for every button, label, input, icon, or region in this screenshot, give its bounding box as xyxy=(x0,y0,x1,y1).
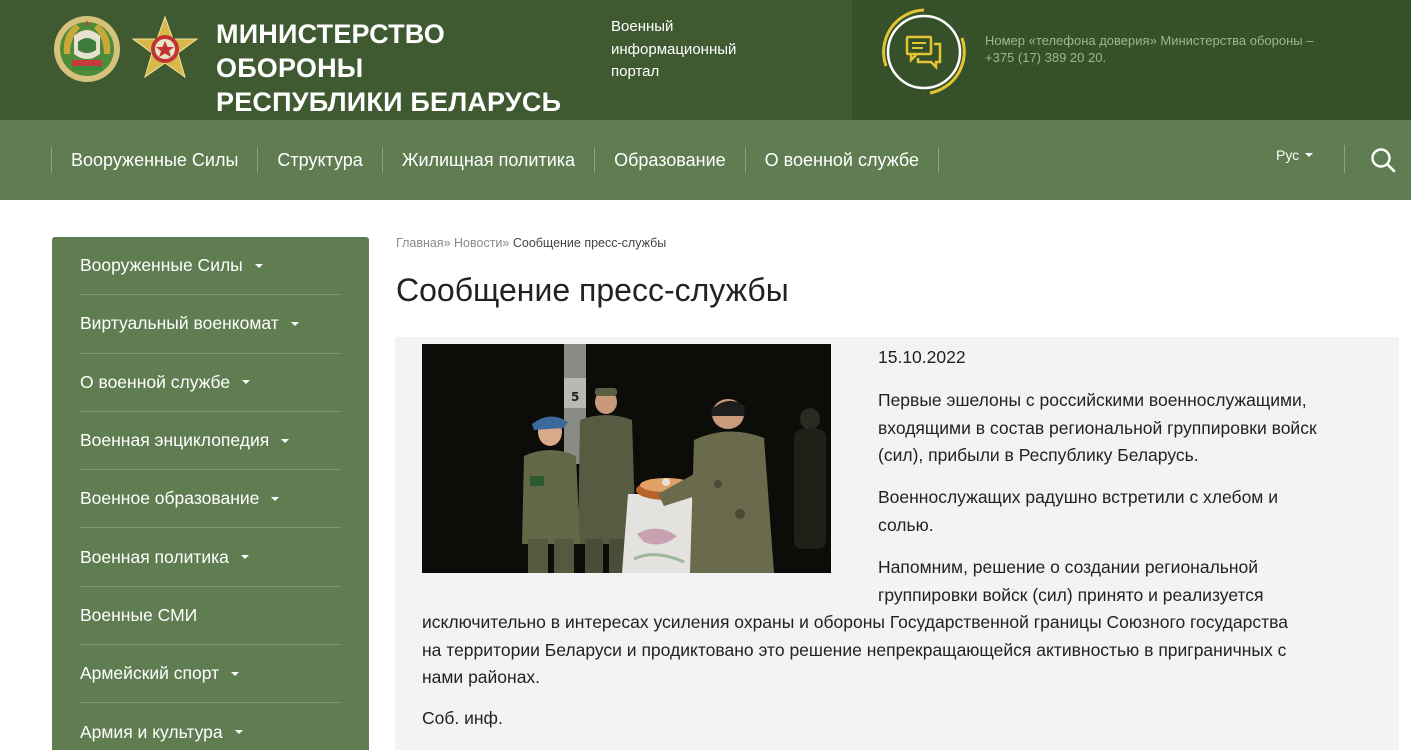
site-header: МИНИСТЕРСТВО ОБОРОНЫ РЕСПУБЛИКИ БЕЛАРУСЬ… xyxy=(0,0,1411,120)
article-paragraph-3-start: Напомним, решение о создании регионально… xyxy=(878,554,1398,609)
sidebar-item-armed-forces[interactable]: Вооруженные Силы xyxy=(80,237,341,296)
sidebar-item-army-sport[interactable]: Армейский спорт xyxy=(80,645,341,704)
sidebar-item-label: Виртуальный военкомат xyxy=(80,313,279,334)
chevron-down-icon xyxy=(290,321,299,326)
paragraph-line: нами районах. xyxy=(422,667,541,687)
language-selector[interactable]: Рус xyxy=(1276,147,1314,163)
breadcrumb: Главная» Новости» Сообщение пресс-службы xyxy=(396,236,666,250)
chevron-down-icon xyxy=(281,438,290,443)
chevron-down-icon xyxy=(242,380,251,385)
chevron-down-icon xyxy=(234,730,243,735)
chevron-down-icon xyxy=(1305,153,1314,157)
sidebar-item-label: Военные СМИ xyxy=(80,604,198,625)
sidebar-item-military-education[interactable]: Военное образование xyxy=(80,470,341,529)
sidebar-item-label: Армия и культура xyxy=(80,721,223,742)
breadcrumb-current: Сообщение пресс-службы xyxy=(512,236,667,250)
nav-item-military-service[interactable]: О военной службе xyxy=(744,147,940,173)
sidebar-item-military-service[interactable]: О военной службе xyxy=(80,354,341,412)
article-signature: Соб. инф. xyxy=(422,708,503,728)
sidebar-item-label: Военная энциклопедия xyxy=(80,430,270,451)
portal-label-line1: Военный xyxy=(611,18,674,35)
sidebar-item-military-media[interactable]: Военные СМИ xyxy=(80,587,341,646)
hotline-text-line1: Номер «телефона доверия» Министерства об… xyxy=(985,33,1314,48)
article-date: 15.10.2022 xyxy=(878,347,966,367)
ministry-title[interactable]: МИНИСТЕРСТВО ОБОРОНЫ РЕСПУБЛИКИ БЕЛАРУСЬ xyxy=(216,17,596,119)
breadcrumb-separator: » xyxy=(443,236,451,250)
sidebar-item-label: Военная политика xyxy=(80,546,229,567)
paragraph-line: Первые эшелоны с российскими военнослужа… xyxy=(878,390,1307,410)
sidebar-item-label: О военной службе xyxy=(80,371,231,392)
paragraph-line: группировки войск (сил) принято и реализ… xyxy=(878,584,1264,605)
paragraph-line: входящими в состав региональной группиро… xyxy=(878,417,1317,438)
chat-bubbles-icon[interactable] xyxy=(878,6,970,98)
nav-item-education[interactable]: Образование xyxy=(594,147,745,173)
portal-label: Военный информационный портал xyxy=(611,16,771,84)
sidebar-item-virtual-enlistment-office[interactable]: Виртуальный военкомат xyxy=(80,295,341,354)
hotline-text: Номер «телефона доверия» Министерства об… xyxy=(985,32,1365,66)
search-icon[interactable] xyxy=(1370,147,1396,173)
main-nav: Вооруженные Силы Структура Жилищная поли… xyxy=(0,120,1411,200)
ministry-title-line1: МИНИСТЕРСТВО ОБОРОНЫ xyxy=(216,19,446,83)
chevron-down-icon xyxy=(240,555,249,560)
breadcrumb-news-link[interactable]: Новости xyxy=(454,236,502,250)
article-content: 5 15.10.2022 Первые эшелоны с российским… xyxy=(395,337,1399,750)
nav-divider xyxy=(1344,145,1345,173)
language-label: Рус xyxy=(1276,147,1300,163)
nav-item-armed-forces[interactable]: Вооруженные Силы xyxy=(51,147,257,173)
page-title: Сообщение пресс-службы xyxy=(396,272,789,308)
paragraph-line: солью. xyxy=(878,514,934,535)
article-photo[interactable]: 5 xyxy=(422,344,831,573)
portal-label-line3: портал xyxy=(611,63,660,80)
chevron-down-icon xyxy=(231,671,240,676)
ministry-title-line2: РЕСПУБЛИКИ БЕЛАРУСЬ xyxy=(216,87,562,117)
article-paragraph-3-end: исключительно в интересах усиления охран… xyxy=(422,609,1392,692)
sidebar-item-military-policy[interactable]: Военная политика xyxy=(80,528,341,587)
sidebar-item-label: Военное образование xyxy=(80,488,260,509)
article-paragraph-2: Военнослужащих радушно встретили с хлебо… xyxy=(878,484,1378,539)
paragraph-line: на территории Беларуси и продиктовано эт… xyxy=(422,639,1287,660)
sidebar-item-label: Вооруженные Силы xyxy=(80,255,243,276)
state-emblem-icon[interactable] xyxy=(52,14,122,84)
hotline-text-line2: +375 (17) 389 20 20. xyxy=(985,50,1107,65)
sidebar-menu: Вооруженные Силы Виртуальный военкомат О… xyxy=(52,237,369,750)
chevron-down-icon xyxy=(271,496,280,501)
chevron-down-icon xyxy=(254,263,263,268)
paragraph-line: исключительно в интересах усиления охран… xyxy=(422,612,1288,632)
breadcrumb-home-link[interactable]: Главная xyxy=(396,236,444,250)
sidebar-item-army-culture[interactable]: Армия и культура xyxy=(80,703,341,750)
paragraph-line: (сил), прибыли в Республику Беларусь. xyxy=(878,445,1199,465)
sidebar-item-military-encyclopedia[interactable]: Военная энциклопедия xyxy=(80,412,341,471)
portal-label-line2: информационный xyxy=(611,40,737,58)
breadcrumb-separator: » xyxy=(502,236,510,250)
paragraph-line: Напомним, решение о создании регионально… xyxy=(878,557,1259,577)
post-marker: 5 xyxy=(571,390,579,404)
nav-item-housing-policy[interactable]: Жилищная политика xyxy=(381,147,594,173)
nav-item-structure[interactable]: Структура xyxy=(257,147,381,173)
paragraph-line: Военнослужащих радушно встретили с хлебо… xyxy=(878,487,1278,507)
article-paragraph-1: Первые эшелоны с российскими военнослужа… xyxy=(878,387,1378,470)
sidebar-item-label: Армейский спорт xyxy=(80,663,220,684)
army-star-emblem-icon[interactable] xyxy=(130,14,200,84)
nav-list: Вооруженные Силы Структура Жилищная поли… xyxy=(51,120,940,200)
